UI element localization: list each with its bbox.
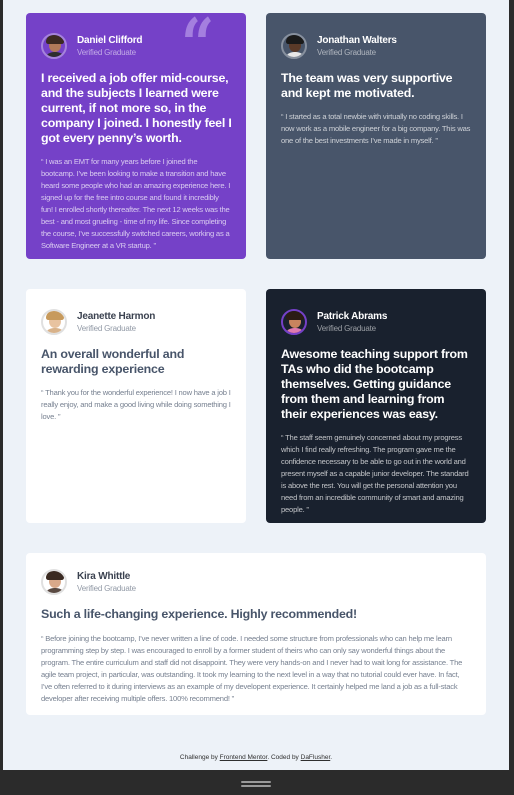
avatar-shirt xyxy=(44,52,65,57)
author: Patrick Abrams Verified Graduate xyxy=(281,309,472,335)
author-name: Jeanette Harmon xyxy=(77,310,156,322)
avatar xyxy=(281,309,307,335)
avatar-hair xyxy=(46,571,64,580)
attribution-footer: Challenge by Frontend Mentor. Coded by D… xyxy=(3,754,509,761)
testimonial-card-kira: Kira Whittle Verified Graduate Such a li… xyxy=(26,553,486,715)
author-role: Verified Graduate xyxy=(77,583,136,593)
footer-prefix: Challenge by xyxy=(179,754,220,761)
author-role: Verified Graduate xyxy=(317,323,376,333)
avatar-hair xyxy=(46,311,64,320)
author-role: Verified Graduate xyxy=(317,47,376,57)
avatar xyxy=(41,33,67,59)
testimonial-headline: I received a job offer mid-course, and t… xyxy=(41,71,232,145)
author: Jonathan Walters Verified Graduate xyxy=(281,33,472,59)
testimonial-card-daniel: “ Daniel Clifford Verified Graduate I re… xyxy=(26,13,246,259)
testimonial-body: “ Thank you for the wonderful experience… xyxy=(41,388,231,421)
footer-suffix: . xyxy=(330,754,333,761)
footer-middle: . Coded by xyxy=(267,754,301,761)
author: Jeanette Harmon Verified Graduate xyxy=(41,309,232,335)
testimonial-headline: The team was very supportive and kept me… xyxy=(281,71,453,100)
avatar xyxy=(41,309,67,335)
avatar xyxy=(41,569,67,595)
avatar-shirt xyxy=(44,328,65,333)
frontend-mentor-link[interactable]: Frontend Mentor xyxy=(220,754,268,761)
page: “ Daniel Clifford Verified Graduate I re… xyxy=(3,0,509,770)
testimonial-headline: An overall wonderful and rewarding exper… xyxy=(41,347,185,376)
author-name: Jonathan Walters xyxy=(317,34,397,46)
avatar xyxy=(281,33,307,59)
author: Kira Whittle Verified Graduate xyxy=(41,569,471,595)
testimonial-card-patrick: Patrick Abrams Verified Graduate Awesome… xyxy=(266,289,486,523)
avatar-shirt xyxy=(284,52,305,57)
author-name: Daniel Clifford xyxy=(77,34,143,46)
testimonial-headline: Such a life-changing experience. Highly … xyxy=(41,607,357,621)
avatar-hair xyxy=(46,35,64,44)
testimonial-body: “ Before joining the bootcamp, I’ve neve… xyxy=(41,634,463,703)
avatar-hair xyxy=(286,311,304,320)
resize-handle-icon[interactable] xyxy=(241,781,271,788)
testimonial-body: “ I started as a total newbie with virtu… xyxy=(281,112,471,145)
testimonial-card-jonathan: Jonathan Walters Verified Graduate The t… xyxy=(266,13,486,259)
testimonial-body: “ I was an EMT for many years before I j… xyxy=(41,157,231,250)
author-name: Patrick Abrams xyxy=(317,310,388,322)
author-role: Verified Graduate xyxy=(77,323,136,333)
author: Daniel Clifford Verified Graduate xyxy=(41,33,232,59)
author-role: Verified Graduate xyxy=(77,47,136,57)
testimonial-headline: Awesome teaching support from TAs who di… xyxy=(281,347,468,421)
author-link[interactable]: DaFlusher xyxy=(301,754,331,761)
avatar-shirt xyxy=(44,588,65,593)
testimonial-body: “ The staff seem genuinely concerned abo… xyxy=(281,433,469,514)
author-name: Kira Whittle xyxy=(77,570,131,582)
testimonial-card-jeanette: Jeanette Harmon Verified Graduate An ove… xyxy=(26,289,246,523)
avatar-hair xyxy=(286,35,304,44)
avatar-shirt xyxy=(284,328,305,333)
